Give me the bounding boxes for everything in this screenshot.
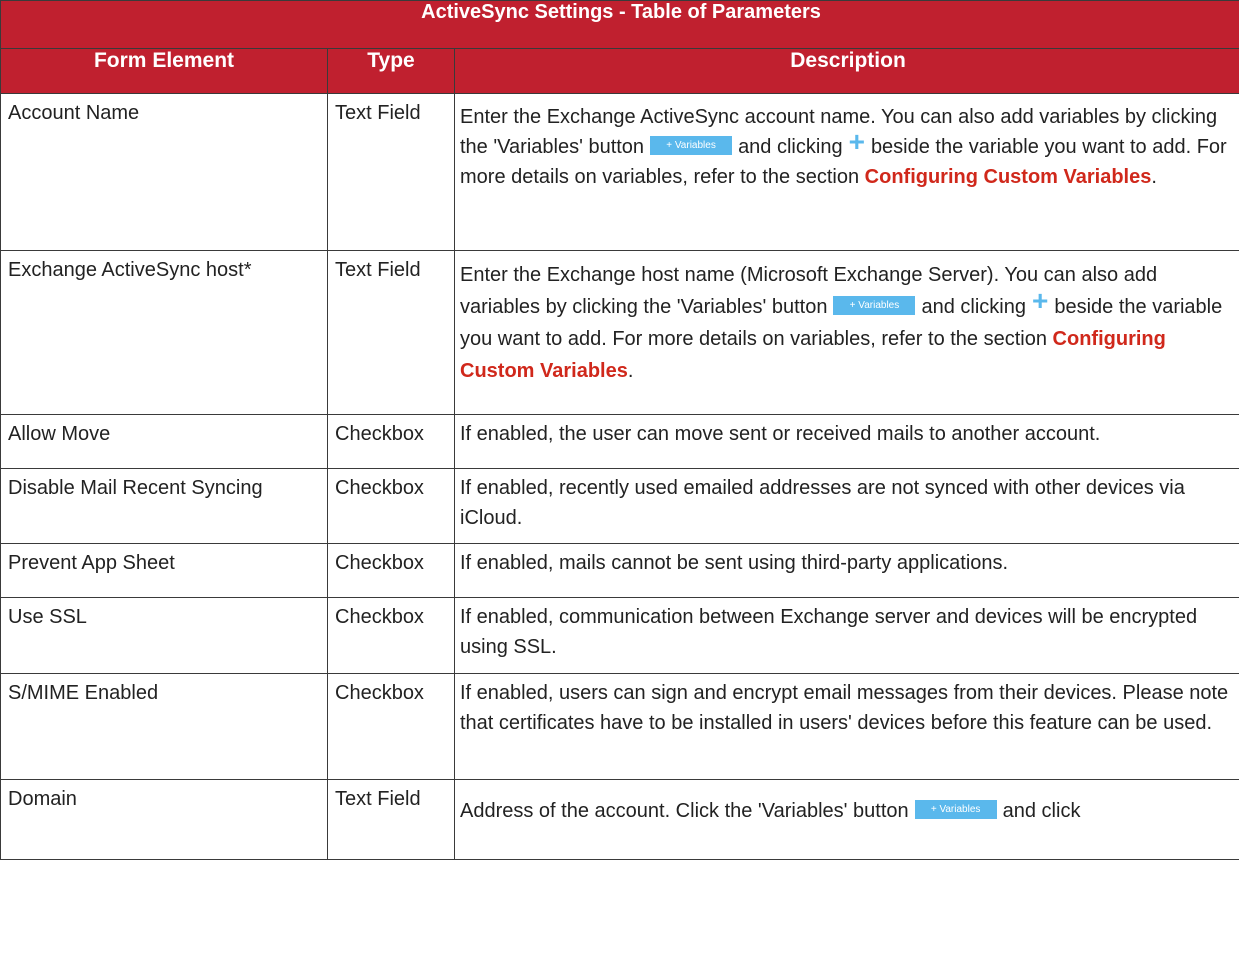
form-element-cell: Account Name	[0, 93, 328, 251]
variables-button[interactable]: + Variables	[650, 136, 733, 156]
description-cell: Address of the account. Click the 'Varia…	[453, 779, 1239, 860]
table-row: Allow Move Checkbox If enabled, the user…	[0, 414, 1239, 469]
type-cell: Checkbox	[327, 543, 455, 598]
configuring-custom-variables-link[interactable]: Configuring Custom Variables	[865, 166, 1152, 188]
form-element-cell: Use SSL	[0, 597, 328, 674]
table-row: Account Name Text Field Enter the Exchan…	[0, 93, 1239, 251]
table-row: S/MIME Enabled Checkbox If enabled, user…	[0, 673, 1239, 780]
column-header-description: Description	[453, 48, 1239, 94]
form-element-cell: Prevent App Sheet	[0, 543, 328, 598]
type-cell: Text Field	[327, 779, 455, 860]
type-cell: Checkbox	[327, 673, 455, 780]
description-text: .	[627, 360, 634, 382]
form-element-cell: Domain	[0, 779, 328, 860]
variables-button[interactable]: + Variables	[914, 800, 997, 820]
description-cell: If enabled, the user can move sent or re…	[453, 414, 1239, 469]
type-cell: Text Field	[327, 250, 455, 415]
description-cell: Enter the Exchange ActiveSync account na…	[453, 93, 1239, 251]
description-text: and click	[1002, 800, 1081, 822]
description-cell: If enabled, communication between Exchan…	[453, 597, 1239, 674]
type-cell: Checkbox	[327, 597, 455, 674]
plus-icon: +	[848, 126, 865, 157]
plus-icon: +	[1031, 285, 1049, 316]
description-text: .	[1151, 166, 1157, 188]
description-text: Address of the account. Click the 'Varia…	[460, 800, 909, 822]
table-row: Use SSL Checkbox If enabled, communicati…	[0, 597, 1239, 674]
type-cell: Checkbox	[327, 414, 455, 469]
parameters-table: ActiveSync Settings - Table of Parameter…	[0, 0, 1239, 860]
description-cell: Enter the Exchange host name (Microsoft …	[453, 250, 1239, 415]
type-cell: Text Field	[327, 93, 455, 251]
table-row: Disable Mail Recent Syncing Checkbox If …	[0, 468, 1239, 544]
description-text: and clicking	[738, 136, 843, 158]
form-element-cell: Disable Mail Recent Syncing	[0, 468, 328, 544]
table-row: Prevent App Sheet Checkbox If enabled, m…	[0, 543, 1239, 598]
description-cell: If enabled, recently used emailed addres…	[453, 468, 1239, 544]
description-text: Enter the Exchange host name (Microsoft …	[460, 264, 1158, 318]
column-header-type: Type	[327, 48, 455, 94]
description-cell: If enabled, users can sign and encrypt e…	[453, 673, 1239, 780]
table-row: Exchange ActiveSync host* Text Field Ent…	[0, 250, 1239, 415]
form-element-cell: Exchange ActiveSync host*	[0, 250, 328, 415]
form-element-cell: Allow Move	[0, 414, 328, 469]
variables-button[interactable]: + Variables	[833, 296, 916, 316]
table-title: ActiveSync Settings - Table of Parameter…	[0, 0, 1239, 49]
column-header-form-element: Form Element	[0, 48, 328, 94]
description-text: and clicking	[921, 296, 1026, 318]
table-row: Domain Text Field Address of the account…	[0, 779, 1239, 860]
form-element-cell: S/MIME Enabled	[0, 673, 328, 780]
type-cell: Checkbox	[327, 468, 455, 544]
description-cell: If enabled, mails cannot be sent using t…	[453, 543, 1239, 598]
